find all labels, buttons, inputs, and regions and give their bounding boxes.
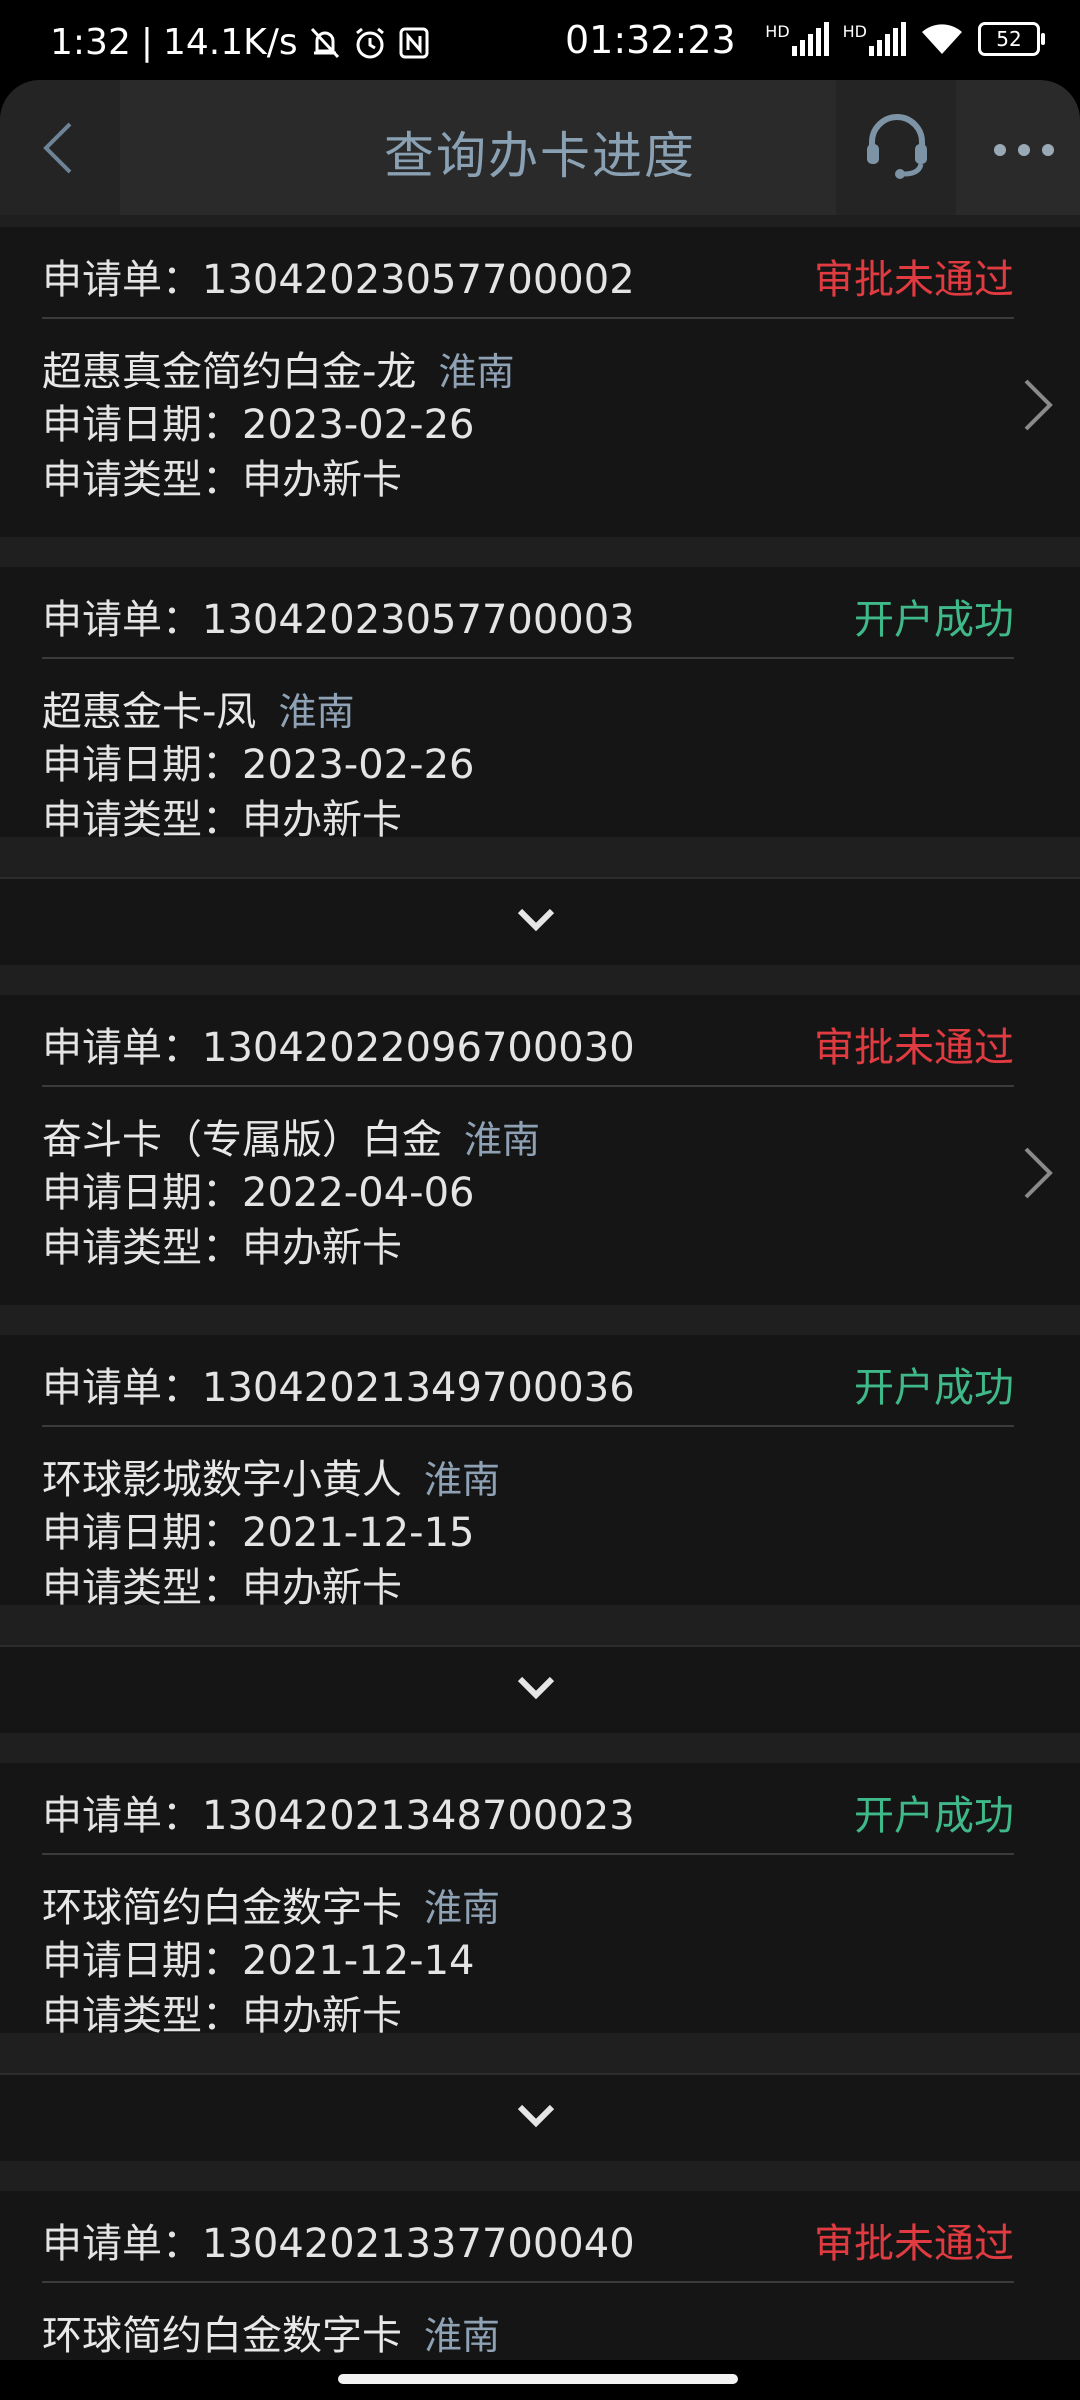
battery-icon: 52: [978, 22, 1045, 56]
chevron-right-icon: [1024, 1147, 1053, 1199]
application-card[interactable]: 申请单：13042021348700023 开户成功 环球简约白金数字卡 淮南 申…: [0, 1763, 1080, 2039]
network-speed: 14.1K/s: [162, 22, 298, 63]
application-card[interactable]: 申请单：13042022096700030 审批未通过 奋斗卡（专属版）白金 淮南…: [0, 995, 1080, 1305]
chevron-right-icon: [1024, 379, 1053, 431]
card-product-name: 超惠金卡-凤 淮南: [42, 689, 355, 735]
card-header: 申请单：13042022096700030 审批未通过: [42, 995, 1014, 1087]
dot-icon: [1042, 144, 1054, 156]
wifi-icon: [922, 24, 962, 54]
hd-label: HD: [765, 22, 790, 41]
mute-bell-icon: [310, 27, 339, 58]
home-indicator[interactable]: [338, 2374, 738, 2384]
signal-1-icon: [791, 22, 829, 56]
city-label: 淮南: [424, 1886, 501, 1930]
chevron-down-icon: [517, 2104, 555, 2128]
application-number: 申请单：13042021349700036: [42, 1365, 635, 1411]
hd-label-2: HD: [842, 22, 867, 41]
application-status: 开户成功: [854, 597, 1014, 643]
card-product-name: 环球简约白金数字卡 淮南: [42, 1885, 501, 1931]
dot-icon: [1018, 144, 1030, 156]
signal-2-icon: [869, 22, 906, 56]
chevron-down-icon: [517, 1676, 555, 1700]
card-header: 申请单：13042023057700002 审批未通过: [42, 227, 1014, 319]
application-type: 申请类型：申办新卡: [42, 1993, 402, 2039]
application-type: 申请类型：申办新卡: [42, 457, 402, 503]
application-status: 审批未通过: [814, 1025, 1014, 1071]
card-header: 申请单：13042023057700003 开户成功: [42, 567, 1014, 659]
separator: |: [140, 22, 153, 63]
city-label: 淮南: [424, 2314, 501, 2358]
headset-icon: [867, 114, 927, 179]
application-card[interactable]: 申请单：13042023057700002 审批未通过 超惠真金简约白金-龙 淮南…: [0, 227, 1080, 537]
application-type: 申请类型：申办新卡: [42, 797, 402, 843]
card-header: 申请单：13042021348700023 开户成功: [42, 1763, 1014, 1855]
expand-button[interactable]: [0, 1645, 1080, 1733]
card-header: 申请单：13042021337700040 审批未通过: [42, 2191, 1014, 2283]
application-status: 开户成功: [854, 1365, 1014, 1411]
application-number: 申请单：13042023057700003: [42, 597, 635, 643]
city-label: 淮南: [464, 1118, 541, 1162]
application-date: 申请日期：2021-12-14: [42, 1938, 475, 1984]
status-time: 1:32: [50, 22, 131, 63]
chevron-down-icon: [517, 908, 555, 932]
application-list: 申请单：13042023057700002 审批未通过 超惠真金简约白金-龙 淮南…: [0, 215, 1080, 2360]
application-number: 申请单：13042023057700002: [42, 257, 635, 303]
status-right: HD HD 52: [765, 22, 1045, 56]
card-product-name: 环球影城数字小黄人 淮南: [42, 1457, 501, 1503]
application-number: 申请单：13042021337700040: [42, 2221, 635, 2267]
application-date: 申请日期：2023-02-26: [42, 742, 475, 788]
status-bar: 1:32 | 14.1K/s 01:32:23 HD HD 52: [0, 0, 1080, 80]
dot-icon: [994, 144, 1006, 156]
application-type: 申请类型：申办新卡: [42, 1565, 402, 1611]
city-label: 淮南: [278, 690, 355, 734]
alarm-clock-icon: [355, 27, 384, 58]
application-card[interactable]: 申请单：13042021337700040 审批未通过 环球简约白金数字卡 淮南: [0, 2191, 1080, 2360]
card-product-name: 奋斗卡（专属版）白金 淮南: [42, 1117, 541, 1163]
city-label: 淮南: [424, 1458, 501, 1502]
application-card[interactable]: 申请单：13042021349700036 开户成功 环球影城数字小黄人 淮南 申…: [0, 1335, 1080, 1611]
application-status: 审批未通过: [814, 2221, 1014, 2267]
application-type: 申请类型：申办新卡: [42, 1225, 402, 1271]
nfc-icon: [399, 27, 429, 58]
app-header: 查询办卡进度: [0, 80, 1080, 215]
navigation-bar: [0, 2360, 1080, 2400]
application-status: 开户成功: [854, 1793, 1014, 1839]
status-clock: 01:32:23: [565, 18, 736, 62]
card-product-name: 环球简约白金数字卡 淮南: [42, 2313, 501, 2359]
application-status: 审批未通过: [814, 257, 1014, 303]
card-header: 申请单：13042021349700036 开户成功: [42, 1335, 1014, 1427]
expand-button[interactable]: [0, 877, 1080, 965]
customer-service-button[interactable]: [836, 80, 956, 215]
application-number: 申请单：13042021348700023: [42, 1793, 635, 1839]
application-card[interactable]: 申请单：13042023057700003 开户成功 超惠金卡-凤 淮南 申请日期…: [0, 567, 1080, 843]
status-left: 1:32 | 14.1K/s: [50, 22, 430, 63]
application-date: 申请日期：2022-04-06: [42, 1170, 475, 1216]
card-product-name: 超惠真金简约白金-龙 淮南: [42, 349, 515, 395]
application-number: 申请单：13042022096700030: [42, 1025, 635, 1071]
city-label: 淮南: [438, 350, 515, 394]
application-date: 申请日期：2021-12-15: [42, 1510, 475, 1556]
expand-button[interactable]: [0, 2073, 1080, 2161]
application-date: 申请日期：2023-02-26: [42, 402, 475, 448]
more-options-button[interactable]: [976, 118, 1066, 178]
